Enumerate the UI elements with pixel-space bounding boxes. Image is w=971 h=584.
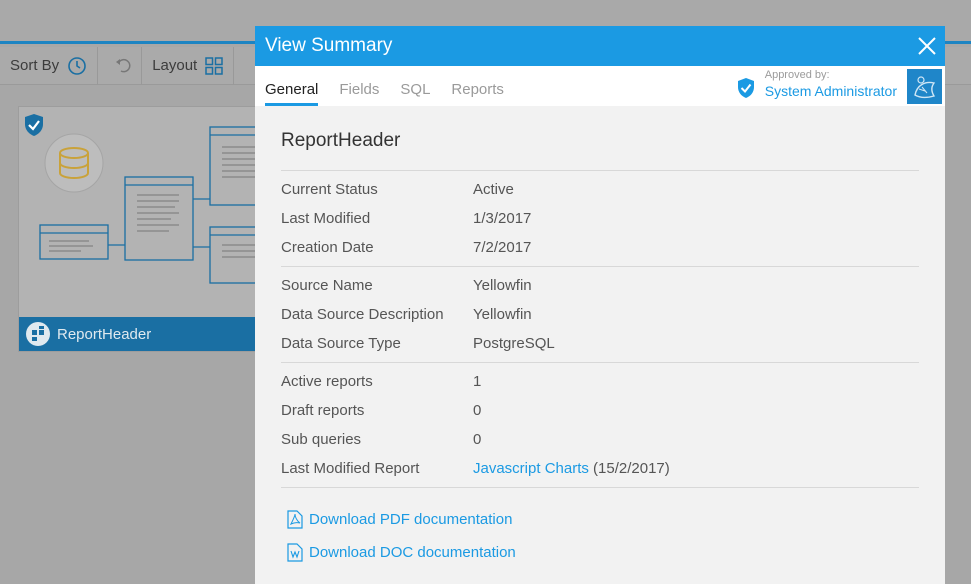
row-value: 1/3/2017 xyxy=(473,210,532,227)
layout-label: Layout xyxy=(152,57,198,74)
card-footer: ReportHeader xyxy=(19,317,257,351)
row-key: Sub queries xyxy=(281,431,362,448)
card-title: ReportHeader xyxy=(57,325,152,343)
download-doc-label: Download DOC documentation xyxy=(309,544,516,561)
pdf-file-icon xyxy=(287,510,303,529)
source-group: Source Name Yellowfin Data Source Descrip… xyxy=(281,267,919,363)
download-pdf-link[interactable]: Download PDF documentation xyxy=(287,510,919,529)
dialog-title: View Summary xyxy=(265,35,393,56)
reports-group: Active reports 1 Draft reports 0 Sub queri… xyxy=(281,363,919,488)
info-row: Active reports 1 xyxy=(281,367,919,396)
row-key: Active reports xyxy=(281,373,373,390)
row-value: 0 xyxy=(473,402,482,419)
row-key: Data Source Description xyxy=(281,306,444,323)
approved-shield-icon xyxy=(737,78,754,98)
row-key: Data Source Type xyxy=(281,335,401,352)
info-row: Draft reports 0 xyxy=(281,396,919,425)
row-value: 1 xyxy=(473,373,482,390)
layout-button[interactable]: Layout xyxy=(142,46,235,85)
close-icon[interactable] xyxy=(917,36,937,56)
row-value: 0 xyxy=(473,431,482,448)
view-summary-dialog: View Summary General Fields SQL Reports … xyxy=(255,26,945,584)
clock-icon xyxy=(68,56,86,75)
last-modified-report-date: (15/2/2017) xyxy=(593,460,670,477)
approval-info: Approved by: System Administrator xyxy=(736,69,942,104)
tab-fields[interactable]: Fields xyxy=(339,81,379,106)
info-row: Last Modified Report Javascript Charts (… xyxy=(281,454,919,483)
tab-reports[interactable]: Reports xyxy=(451,81,504,106)
row-key: Draft reports xyxy=(281,402,365,419)
info-row: Sub queries 0 xyxy=(281,425,919,454)
row-value: Active xyxy=(473,181,514,198)
download-pdf-label: Download PDF documentation xyxy=(309,511,513,528)
row-key: Creation Date xyxy=(281,239,374,256)
info-row: Data Source Type PostgreSQL xyxy=(281,329,919,358)
last-modified-report-link[interactable]: Javascript Charts xyxy=(473,460,589,477)
dialog-tabs: General Fields SQL Reports Approved by: … xyxy=(255,66,945,106)
row-value: Yellowfin xyxy=(473,277,532,294)
approver-name[interactable]: System Administrator xyxy=(765,82,897,100)
sort-by-button[interactable]: Sort By xyxy=(0,46,99,85)
row-value: PostgreSQL xyxy=(473,335,555,352)
dialog-header: View Summary xyxy=(255,26,945,66)
view-card[interactable]: ReportHeader xyxy=(18,106,258,352)
tab-sql[interactable]: SQL xyxy=(400,81,430,106)
row-key: Last Modified Report xyxy=(281,460,420,477)
info-row: Creation Date 7/2/2017 xyxy=(281,233,919,262)
row-value: Yellowfin xyxy=(473,306,532,323)
status-group: Current Status Active Last Modified 1/3/20… xyxy=(281,171,919,267)
row-key: Current Status xyxy=(281,181,378,198)
database-diagram-icon xyxy=(39,126,257,284)
tab-general[interactable]: General xyxy=(265,81,319,106)
info-row: Last Modified 1/3/2017 xyxy=(281,204,919,233)
report-name: ReportHeader xyxy=(281,130,919,171)
row-key: Source Name xyxy=(281,277,373,294)
download-doc-link[interactable]: Download DOC documentation xyxy=(287,543,919,562)
sort-by-label: Sort By xyxy=(10,57,60,74)
info-row: Source Name Yellowfin xyxy=(281,271,919,300)
view-type-icon xyxy=(26,322,50,346)
approved-by-label: Approved by: xyxy=(764,69,830,81)
row-value: Javascript Charts (15/2/2017) xyxy=(473,460,670,477)
summary-content: ReportHeader Current Status Active Last M… xyxy=(255,106,945,562)
approver-avatar xyxy=(907,69,942,104)
row-key: Last Modified xyxy=(281,210,371,227)
undo-button[interactable] xyxy=(98,46,143,85)
info-row: Current Status Active xyxy=(281,175,919,204)
row-value: 7/2/2017 xyxy=(473,239,532,256)
undo-icon xyxy=(115,58,131,72)
info-row: Data Source Description Yellowfin xyxy=(281,300,919,329)
grid-icon xyxy=(205,56,223,75)
avatar-image-icon xyxy=(914,76,936,99)
doc-file-icon xyxy=(287,543,303,562)
